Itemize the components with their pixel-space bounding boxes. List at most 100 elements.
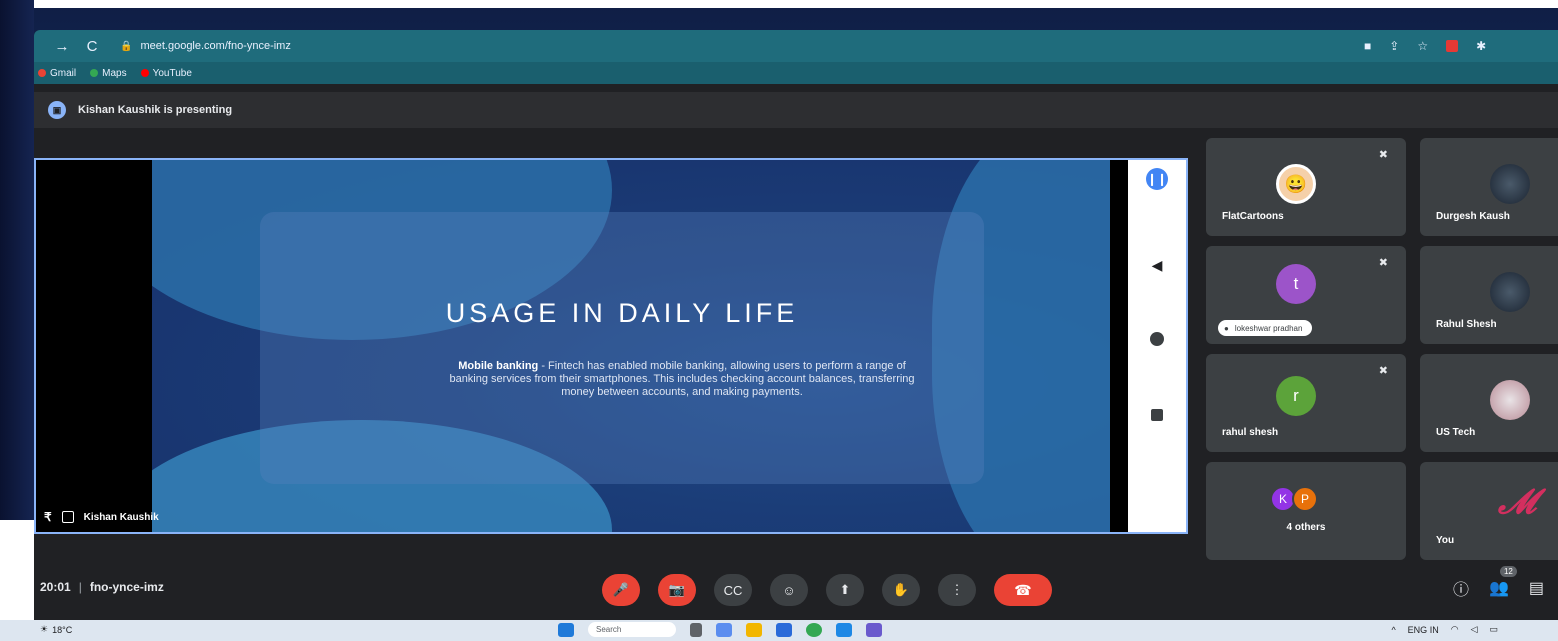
- bookmark-gmail[interactable]: Gmail: [38, 68, 76, 79]
- call-controls: 🎤 📷 CC ☺ ⬆ ✋ ⋮ ☎: [602, 574, 1052, 606]
- present-button[interactable]: ⬆: [826, 574, 864, 606]
- raise-hand-button[interactable]: ✋: [882, 574, 920, 606]
- meeting-controls-bar: 20:01 | fno-ynce-imz 🎤 📷 CC ☺ ⬆ ✋ ⋮ ☎ ⓘ …: [34, 560, 1558, 620]
- maps-icon: [90, 69, 99, 77]
- windows-taskbar: ☀ 18°C Search ^ ENG IN ◠ ◁ ▭: [0, 620, 1558, 641]
- windows-start-icon[interactable]: [558, 622, 574, 637]
- people-icon: 👥: [1488, 580, 1509, 597]
- home-circle-icon: [1146, 328, 1168, 350]
- others-count: 4 others: [1286, 522, 1326, 533]
- forward-button[interactable]: →: [54, 38, 70, 55]
- more-options-button[interactable]: ⋮: [938, 574, 976, 606]
- address-bar: → C 🔒 meet.google.com/fno-ynce-imz ■ ⇪ ☆…: [34, 30, 1558, 62]
- mic-icon: ₹: [44, 510, 52, 524]
- recents-square-icon: [1146, 404, 1168, 426]
- avatar: 😀: [1276, 164, 1316, 204]
- speaker-pill: ● lokeshwar pradhan: [1218, 320, 1313, 336]
- presenter-label: ₹ Kishan Kaushik: [44, 510, 159, 524]
- audio-indicator-icon: ❙❙: [1146, 168, 1168, 190]
- people-button[interactable]: 👥 12: [1488, 566, 1517, 598]
- avatar: [1490, 164, 1530, 204]
- camera-indicator-icon[interactable]: ■: [1364, 39, 1371, 53]
- slide-card: [260, 212, 984, 484]
- participant-grid: 😀 ✖ FlatCartoons Durgesh Kaush t ✖ ● lok…: [1206, 138, 1558, 560]
- wifi-icon[interactable]: ◠: [1451, 624, 1459, 635]
- task-view-icon[interactable]: [690, 622, 702, 637]
- bookmark-youtube[interactable]: YouTube: [140, 67, 192, 79]
- lock-icon: 🔒: [120, 40, 133, 52]
- youtube-icon: [140, 69, 149, 77]
- captions-button[interactable]: CC: [714, 574, 752, 606]
- mic-muted-icon: ✖: [1378, 149, 1388, 161]
- participant-name: US Tech: [1436, 427, 1476, 438]
- participant-tile[interactable]: t ✖ ● lokeshwar pradhan: [1206, 246, 1406, 344]
- slide-title: USAGE IN DAILY LIFE: [445, 298, 799, 328]
- participant-name: Rahul Shesh: [1436, 319, 1497, 330]
- participant-name: rahul shesh: [1222, 427, 1279, 438]
- others-avatars: K P: [1270, 486, 1318, 512]
- chat-icon[interactable]: ▤: [1529, 578, 1544, 598]
- end-call-button[interactable]: ☎: [994, 574, 1052, 606]
- lang-text: ENG: [1407, 624, 1428, 635]
- widgets-icon[interactable]: [716, 622, 732, 637]
- volume-icon[interactable]: ◁: [1471, 624, 1478, 635]
- bookmark-maps[interactable]: Maps: [90, 67, 127, 79]
- presentation-stage: USAGE IN DAILY LIFE Mobile banking - Fin…: [34, 158, 1188, 534]
- participant-tile[interactable]: r ✖ rahul shesh: [1206, 354, 1406, 452]
- presenter-avatar-icon: ▣: [48, 101, 66, 119]
- taskbar-search[interactable]: Search: [588, 622, 676, 637]
- slide-body-bold: Mobile banking: [458, 360, 539, 372]
- participant-name: You: [1436, 535, 1455, 546]
- taskbar-apps: Search: [558, 622, 882, 637]
- chrome-icon[interactable]: [806, 622, 822, 637]
- region-text: IN: [1429, 624, 1439, 635]
- store-icon[interactable]: [776, 622, 792, 637]
- avatar: [1490, 272, 1530, 312]
- weather-icon: ☀: [40, 624, 49, 634]
- gmail-icon: [38, 69, 46, 77]
- participant-tile[interactable]: US Tech: [1420, 354, 1558, 452]
- presenting-banner: ▣ Kishan Kaushik is presenting: [34, 92, 1558, 128]
- slide-body: Mobile banking - Fintech has enabled mob…: [442, 360, 922, 399]
- weather-widget[interactable]: ☀ 18°C: [40, 624, 72, 635]
- mic-off-button[interactable]: 🎤: [602, 574, 640, 606]
- presenting-text: Kishan Kaushik is presenting: [78, 104, 233, 116]
- photo-edge: [0, 520, 34, 620]
- star-icon[interactable]: ☆: [1417, 39, 1428, 53]
- participant-tile[interactable]: 😀 ✖ FlatCartoons: [1206, 138, 1406, 236]
- address-bar-actions: ■ ⇪ ☆ ✱: [1364, 39, 1486, 53]
- battery-icon[interactable]: ▭: [1489, 624, 1498, 635]
- side-controls: ⓘ 👥 12 ▤: [1453, 566, 1544, 600]
- share-icon[interactable]: ⇪: [1389, 39, 1399, 53]
- weather-temp: 18°C: [52, 624, 73, 635]
- separator: |: [78, 580, 82, 594]
- puzzle-icon[interactable]: ✱: [1476, 39, 1486, 53]
- system-tray: ^ ENG IN ◠ ◁ ▭: [1391, 624, 1498, 635]
- file-explorer-icon[interactable]: [746, 622, 762, 637]
- reload-button[interactable]: C: [84, 38, 100, 55]
- avatar: [1490, 380, 1530, 420]
- avatar: r: [1276, 376, 1316, 416]
- others-tile[interactable]: K P 4 others: [1206, 462, 1406, 560]
- emoji-button[interactable]: ☺: [770, 574, 808, 606]
- app-icon[interactable]: [866, 622, 882, 637]
- back-triangle-icon: ◀: [1151, 256, 1163, 273]
- extension-icon[interactable]: [1446, 40, 1459, 52]
- participant-count-badge: 12: [1499, 566, 1517, 577]
- chevron-up-icon[interactable]: ^: [1391, 625, 1395, 635]
- self-tile[interactable]: 𝓜 You: [1420, 462, 1558, 560]
- camera-off-button[interactable]: 📷: [658, 574, 696, 606]
- url-field[interactable]: 🔒 meet.google.com/fno-ynce-imz: [120, 35, 1350, 57]
- participant-tile[interactable]: Rahul Shesh: [1420, 246, 1558, 344]
- participant-tile[interactable]: Durgesh Kaush: [1420, 138, 1558, 236]
- bookmark-label: Gmail: [50, 67, 77, 79]
- language-indicator[interactable]: ENG IN: [1408, 625, 1439, 635]
- edge-icon[interactable]: [836, 622, 852, 637]
- bookmark-label: Maps: [102, 67, 127, 79]
- bookmark-label: YouTube: [152, 67, 192, 79]
- info-icon[interactable]: ⓘ: [1453, 576, 1469, 600]
- participant-name: Durgesh Kaush: [1436, 211, 1510, 222]
- bookmarks-bar: Gmail Maps YouTube: [34, 62, 1558, 84]
- present-icon: [61, 511, 74, 523]
- lock-icon: ●: [1224, 323, 1229, 333]
